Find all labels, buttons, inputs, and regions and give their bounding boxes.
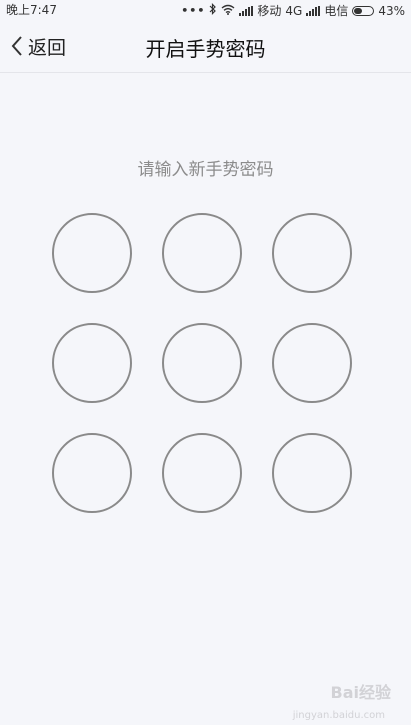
bluetooth-icon [209, 3, 217, 19]
signal-icon [239, 6, 254, 16]
status-bar: 晚上7:47 ••• 移动 4G 电信 43% [0, 0, 411, 20]
battery-icon [352, 6, 375, 16]
back-label: 返回 [28, 36, 67, 59]
more-dots-icon: ••• [181, 4, 206, 17]
status-icons: ••• 移动 4G 电信 43% [181, 3, 405, 19]
gesture-dot-2[interactable] [162, 213, 242, 293]
gesture-dot-8[interactable] [162, 433, 242, 513]
gesture-prompt: 请输入新手势密码 [137, 160, 274, 180]
status-time: 晚上7:47 [6, 3, 57, 17]
network-label: 4G [285, 4, 303, 18]
gesture-dot-9[interactable] [272, 433, 352, 513]
gesture-dot-4[interactable] [52, 323, 132, 403]
gesture-dot-7[interactable] [52, 433, 132, 513]
gesture-dot-1[interactable] [52, 213, 132, 293]
gesture-dot-5[interactable] [162, 323, 242, 403]
carrier2-label: 电信 [324, 4, 349, 18]
header: 返回 开启手势密码 [0, 20, 411, 73]
battery-percent: 43% [378, 4, 405, 18]
signal-icon [306, 6, 321, 16]
carrier1-label: 移动 [257, 4, 282, 18]
back-button[interactable]: 返回 [10, 32, 66, 60]
chevron-left-icon [10, 34, 24, 58]
gesture-pad[interactable] [52, 213, 356, 517]
baidu-watermark-url: jingyan.baidu.com [292, 710, 385, 721]
baidu-watermark: Bai经验 [330, 683, 391, 702]
gesture-dot-6[interactable] [272, 323, 352, 403]
gesture-dot-3[interactable] [272, 213, 352, 293]
wifi-icon [221, 4, 235, 19]
